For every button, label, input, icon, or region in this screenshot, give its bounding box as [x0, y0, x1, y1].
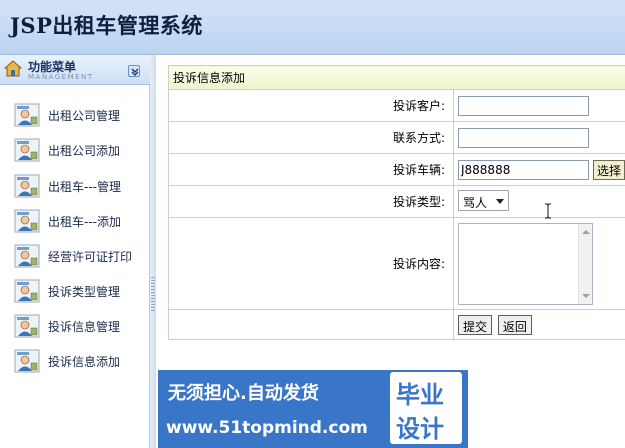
type-label: 投诉类型: [168, 185, 454, 218]
scroll-down-icon[interactable] [581, 293, 590, 298]
type-select-value: 骂人 [462, 195, 487, 210]
splitter-grip[interactable] [151, 277, 155, 311]
banner-line-2: www.51topmind.com [166, 418, 368, 438]
sidebar-item[interactable]: 出租公司添加 [12, 137, 144, 163]
vehicle-label: 投诉车辆: [168, 153, 454, 186]
app-title: JSP出租车管理系统 [10, 13, 203, 38]
person-icon [14, 174, 40, 198]
menu-subtitle: MANAGEMENT [28, 73, 94, 81]
choose-vehicle-button[interactable]: 选择 [592, 159, 625, 180]
complaint-form: 投诉信息添加 投诉客户: 联系方式: 投诉车辆: 选择 投诉类型: 骂人 [168, 65, 625, 340]
submit-button[interactable]: 提交 [457, 314, 492, 335]
home-icon [4, 60, 22, 77]
sidebar-item-label: 出租公司添加 [48, 144, 121, 158]
badge-line-2: 设计 [396, 415, 444, 443]
textarea-scrollbar[interactable] [577, 223, 592, 304]
type-select[interactable]: 骂人 [457, 189, 509, 211]
sidebar: 功能菜单 MANAGEMENT 出租公司管理 出租公司添加 出租车---管理 出租车-… [0, 55, 150, 448]
header-bar: JSP出租车管理系统 [0, 0, 625, 55]
person-icon [14, 209, 40, 233]
badge-line-1: 毕业 [396, 381, 444, 409]
dropdown-arrow-icon [495, 198, 504, 204]
person-icon [14, 103, 40, 127]
back-button[interactable]: 返回 [497, 314, 532, 335]
sidebar-item-label: 投诉类型管理 [48, 285, 121, 299]
sidebar-item[interactable]: 出租车---添加 [12, 208, 144, 234]
sidebar-item[interactable]: 出租车---管理 [12, 173, 144, 199]
sidebar-item-label: 出租车---添加 [48, 215, 121, 229]
scroll-up-icon[interactable] [581, 229, 590, 234]
contact-input[interactable] [457, 127, 589, 148]
person-icon [14, 279, 40, 303]
form-title: 投诉信息添加 [168, 65, 625, 90]
text-cursor-icon [545, 203, 551, 219]
banner-line-1: 无须担心.自动发货 [168, 383, 319, 404]
menu-header: 功能菜单 MANAGEMENT [0, 55, 150, 85]
banner-badge: 毕业 设计 [390, 372, 462, 444]
person-icon [14, 314, 40, 338]
sidebar-item-label: 经营许可证打印 [48, 250, 133, 264]
collapse-icon[interactable] [128, 65, 140, 77]
person-icon [14, 349, 40, 373]
content-textarea[interactable] [457, 222, 593, 305]
person-icon [14, 244, 40, 268]
customer-label: 投诉客户: [168, 89, 454, 122]
person-icon [14, 138, 40, 162]
sidebar-item-label: 出租公司管理 [48, 109, 121, 123]
sidebar-item[interactable]: 投诉信息添加 [12, 348, 144, 374]
sidebar-item[interactable]: 出租公司管理 [12, 102, 144, 128]
content-label: 投诉内容: [168, 217, 454, 310]
sidebar-item-label: 出租车---管理 [48, 180, 121, 194]
sidebar-item-label: 投诉信息管理 [48, 320, 121, 334]
sidebar-item[interactable]: 投诉类型管理 [12, 278, 144, 304]
customer-input[interactable] [457, 95, 589, 116]
promo-banner[interactable]: 无须担心.自动发货 www.51topmind.com 毕业 设计 [158, 370, 468, 448]
vehicle-input[interactable] [457, 159, 589, 180]
contact-label: 联系方式: [168, 121, 454, 154]
sidebar-item[interactable]: 经营许可证打印 [12, 243, 144, 269]
sidebar-item[interactable]: 投诉信息管理 [12, 313, 144, 339]
sidebar-item-label: 投诉信息添加 [48, 355, 121, 369]
